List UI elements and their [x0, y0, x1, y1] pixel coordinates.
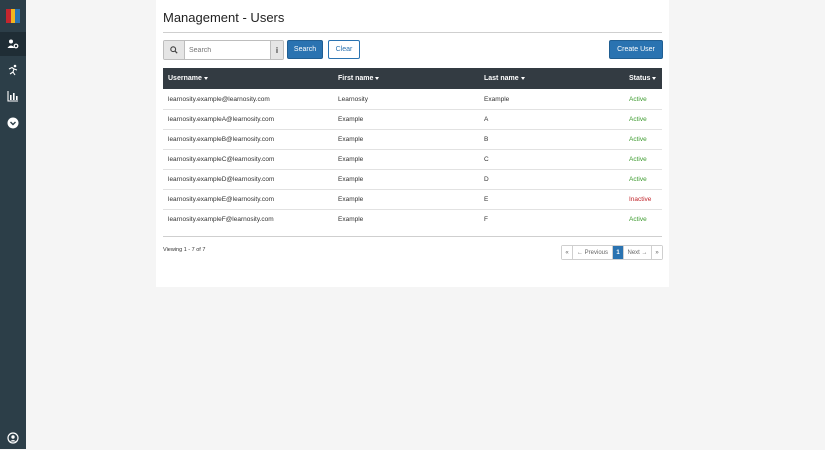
last-page-button[interactable]: » [652, 246, 662, 259]
cell-first-name: Example [338, 155, 364, 163]
cell-username: learnosity.exampleE@learnosity.com [168, 195, 275, 203]
learnosity-logo[interactable] [6, 9, 21, 23]
sort-caret-icon [203, 77, 208, 80]
status-badge: Active [629, 175, 647, 183]
bar-chart-icon[interactable] [0, 84, 26, 108]
table-row[interactable]: learnosity.exampleD@learnosity.com Examp… [163, 169, 662, 190]
table-row[interactable]: learnosity.exampleF@learnosity.com Examp… [163, 209, 662, 229]
search-input[interactable] [185, 41, 270, 59]
column-first-name[interactable]: First name [338, 68, 380, 89]
search-icon [164, 41, 185, 59]
cell-first-name: Learnosity [338, 95, 368, 103]
cell-username: learnosity.exampleB@learnosity.com [168, 135, 275, 143]
cell-last-name: D [484, 175, 489, 183]
main-panel: Management - Users i Search Clear Create… [156, 0, 669, 287]
column-username[interactable]: Username [168, 68, 208, 89]
previous-page-button[interactable]: ← Previous [573, 246, 613, 259]
cell-last-name: C [484, 155, 489, 163]
cell-first-name: Example [338, 115, 364, 123]
cell-first-name: Example [338, 175, 364, 183]
title-divider [163, 32, 662, 33]
clear-button[interactable]: Clear [328, 40, 360, 59]
cell-username: learnosity.exampleC@learnosity.com [168, 155, 275, 163]
status-badge: Active [629, 135, 647, 143]
info-icon[interactable]: i [270, 41, 283, 59]
chevron-down-circle-icon[interactable] [0, 111, 26, 135]
table-row[interactable]: learnosity.example@learnosity.com Learno… [163, 89, 662, 110]
user-circle-icon[interactable] [0, 426, 26, 450]
status-badge: Active [629, 115, 647, 123]
column-status[interactable]: Status [629, 68, 657, 89]
sort-caret-icon [652, 77, 657, 80]
first-page-button[interactable]: « [562, 246, 573, 259]
sort-caret-icon [520, 77, 525, 80]
cell-first-name: Example [338, 135, 364, 143]
cell-last-name: B [484, 135, 489, 143]
table-row[interactable]: learnosity.exampleC@learnosity.com Examp… [163, 149, 662, 170]
cell-username: learnosity.example@learnosity.com [168, 95, 270, 103]
cell-last-name: Example [484, 95, 510, 103]
search-group: i [163, 40, 284, 60]
cell-username: learnosity.exampleA@learnosity.com [168, 115, 275, 123]
next-page-button[interactable]: Next → [624, 246, 652, 259]
table-row[interactable]: learnosity.exampleA@learnosity.com Examp… [163, 109, 662, 130]
column-last-name[interactable]: Last name [484, 68, 525, 89]
cell-last-name: F [484, 215, 488, 223]
page-title: Management - Users [163, 10, 285, 25]
cell-first-name: Example [338, 215, 364, 223]
page-1-button[interactable]: 1 [613, 246, 624, 259]
table-header: Username First name Last name Status [163, 68, 662, 89]
create-user-button[interactable]: Create User [609, 40, 663, 59]
status-badge: Active [629, 215, 647, 223]
users-gear-icon[interactable] [0, 32, 26, 56]
running-person-icon[interactable] [0, 58, 26, 82]
cell-first-name: Example [338, 195, 364, 203]
cell-last-name: A [484, 115, 489, 123]
table-footer-divider [163, 236, 662, 237]
cell-username: learnosity.exampleD@learnosity.com [168, 175, 275, 183]
cell-last-name: E [484, 195, 489, 203]
pagination: « ← Previous 1 Next → » [561, 245, 663, 260]
viewing-count: Viewing 1 - 7 of 7 [163, 247, 206, 253]
status-badge: Inactive [629, 195, 652, 203]
status-badge: Active [629, 95, 647, 103]
status-badge: Active [629, 155, 647, 163]
sort-caret-icon [375, 77, 380, 80]
sidebar [0, 0, 26, 449]
search-button[interactable]: Search [287, 40, 323, 59]
cell-username: learnosity.exampleF@learnosity.com [168, 215, 274, 223]
table-row[interactable]: learnosity.exampleB@learnosity.com Examp… [163, 129, 662, 150]
table-row[interactable]: learnosity.exampleE@learnosity.com Examp… [163, 189, 662, 210]
